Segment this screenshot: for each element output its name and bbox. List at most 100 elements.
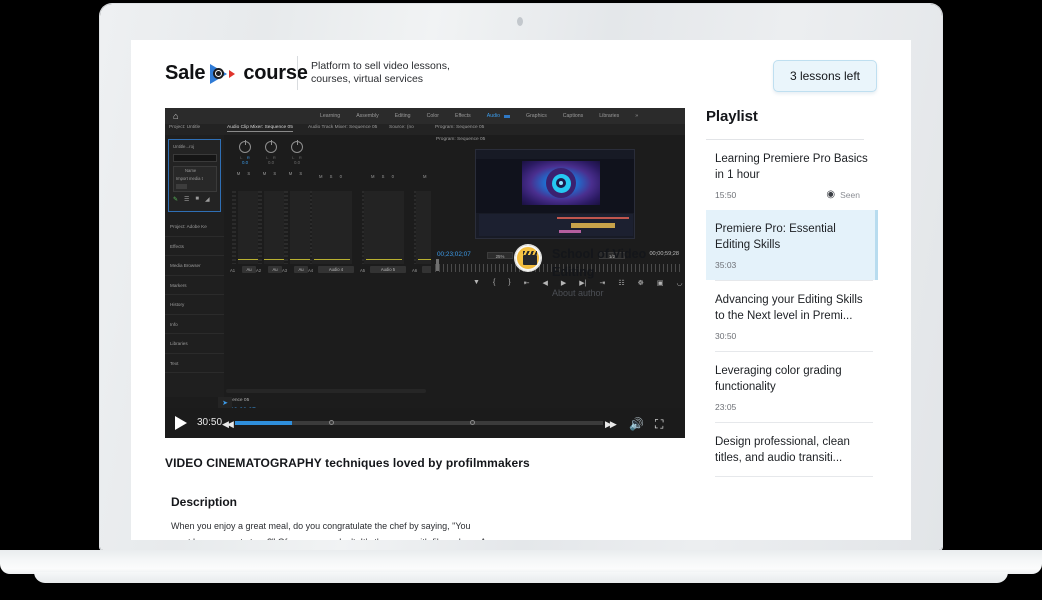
about-author-link[interactable]: About author: [552, 288, 692, 298]
tab-audio-clip-mixer[interactable]: Audio Clip Mixer: Sequence 05: [227, 125, 293, 132]
project-search-input[interactable]: [173, 154, 217, 162]
site-header: Sale course Platform to sell video lesso…: [131, 40, 911, 108]
workspace-libraries[interactable]: Libraries: [599, 113, 619, 119]
workspace-active-indicator: [504, 114, 511, 118]
description-body: When you enjoy a great meal, do you cong…: [171, 521, 486, 540]
pan-knob-icon[interactable]: [291, 140, 303, 153]
progress-fill: [235, 421, 292, 425]
mixer-id-a4: A4: [308, 268, 314, 273]
project-item-chip: [176, 184, 187, 189]
playlist-item-4[interactable]: Leveraging color grading functionality 2…: [706, 352, 878, 422]
mixer-scrollbar[interactable]: [226, 389, 426, 393]
audio-clip-mixer-panel: L R 0.0 M S A1 Au L R 0.0 M S A2 Au L R …: [224, 135, 458, 397]
playlist-scrollbar-thumb[interactable]: [875, 210, 878, 280]
workspace-effects[interactable]: Effects: [455, 113, 471, 119]
player-controls: 30:50 ◀◀ ▶▶ 🔊 ⛶: [165, 408, 685, 438]
forward-button[interactable]: ▶▶: [605, 419, 617, 430]
wand-icon[interactable]: ✎: [173, 196, 178, 203]
nav-project-adobe[interactable]: Project: Adobe Ke: [165, 217, 224, 237]
playlist-separator: [715, 476, 873, 477]
mixer-id-a6: A6: [412, 268, 418, 273]
mixer-fader-a5[interactable]: [364, 191, 404, 264]
seen-indicator: ◉ Seen: [826, 190, 860, 201]
mixer-channel-a5[interactable]: M S 0 A5 Audio 5: [360, 141, 408, 273]
mixer-ms-a5[interactable]: M S 0: [360, 174, 408, 179]
pan-knob-icon[interactable]: [239, 140, 251, 153]
program-monitor-tab[interactable]: Program: Sequence 05: [436, 137, 485, 142]
playlist-item-title: Premiere Pro: Essential Editing Skills: [715, 223, 836, 251]
nav-history[interactable]: History: [165, 295, 224, 315]
laptop-base: [0, 550, 1042, 574]
project-box[interactable]: Untitle...roj Name Import media t ✎ ☰ ■: [168, 139, 221, 212]
playlist-item-2[interactable]: Premiere Pro: Essential Editing Skills 3…: [706, 210, 878, 280]
workspace-learning[interactable]: Learning: [320, 113, 340, 119]
rewind-button[interactable]: ◀◀: [222, 419, 234, 430]
workspace-tabs: Learning Assembly Editing Color Effects …: [320, 108, 685, 124]
playlist-item-title: Advancing your Editing Skills to the Nex…: [715, 294, 863, 322]
progress-marker[interactable]: [470, 420, 475, 425]
playlist-item-5[interactable]: Design professional, clean titles, and a…: [706, 423, 878, 476]
workspace-audio[interactable]: Audio: [487, 113, 500, 119]
play-circle-arrow-icon: [210, 63, 240, 85]
webcam-icon: [517, 17, 523, 26]
nav-libraries[interactable]: Libraries: [165, 334, 224, 354]
tab-source[interactable]: Source: (no: [389, 125, 414, 130]
playlist-item-title: Leveraging color grading functionality: [715, 365, 842, 393]
clapperboard-icon: [523, 255, 537, 265]
volume-button[interactable]: 🔊: [629, 417, 644, 431]
workspace-editing[interactable]: Editing: [395, 113, 411, 119]
playlist-item-title: Learning Premiere Pro Basics in 1 hour: [715, 153, 868, 181]
playlist-item-duration: 30:50: [715, 331, 737, 341]
program-timecode-left[interactable]: 00;23;02;07: [437, 251, 471, 258]
playlist-scroll-area[interactable]: Learning Premiere Pro Basics in 1 hour 1…: [706, 140, 878, 477]
playlist-item-3[interactable]: Advancing your Editing Skills to the Nex…: [706, 281, 878, 351]
mark-in-icon[interactable]: {: [493, 279, 495, 287]
logo[interactable]: Sale course: [165, 62, 308, 85]
playlist-item-title: Design professional, clean titles, and a…: [715, 436, 850, 464]
nav-info[interactable]: Info: [165, 315, 224, 334]
playlist-item-1[interactable]: Learning Premiere Pro Basics in 1 hour 1…: [706, 140, 878, 210]
mixer-fader-a1[interactable]: [238, 191, 258, 264]
progress-marker[interactable]: [329, 420, 334, 425]
workspace-graphics[interactable]: Graphics: [526, 113, 547, 119]
fullscreen-button[interactable]: ⛶: [655, 417, 663, 432]
mark-out-icon[interactable]: }: [508, 279, 510, 287]
author-block[interactable]: School of Video Editing About author: [515, 245, 692, 298]
lessons-left-badge[interactable]: 3 lessons left: [772, 60, 877, 92]
workspace-overflow[interactable]: »: [635, 113, 638, 119]
tab-project[interactable]: Project: Untitle: [169, 125, 200, 130]
premiere-nav-list: Project: Adobe Ke Effects Media Browser …: [165, 217, 224, 373]
playlist-title: Playlist: [706, 108, 758, 125]
tab-program[interactable]: Program: Sequence 05: [435, 125, 484, 130]
video-title: VIDEO CINEMATOGRAPHY techniques loved by…: [165, 456, 530, 470]
mixer-fader-a4[interactable]: [312, 191, 352, 264]
play-button[interactable]: [175, 416, 187, 430]
mixer-fader-a2[interactable]: [264, 191, 284, 264]
workspace-assembly[interactable]: Assembly: [356, 113, 379, 119]
program-zoom-select[interactable]: 25%: [487, 252, 513, 259]
tab-audio-track-mixer[interactable]: Audio Track Mixer: Sequence 05: [308, 125, 377, 130]
nav-markers[interactable]: Markers: [165, 276, 224, 295]
screen-viewport: Sale course Platform to sell video lesso…: [131, 40, 911, 540]
playlist-item-duration: 15:50: [715, 190, 737, 200]
mixer-fader-a3[interactable]: [290, 191, 310, 264]
mixer-channel-a4[interactable]: M S 0 A4 Audio 4: [308, 141, 356, 273]
premiere-menubar: ⌂ Learning Assembly Editing Color Effect…: [165, 108, 685, 124]
header-divider: [297, 56, 298, 90]
nav-effects[interactable]: Effects: [165, 237, 224, 256]
project-bin-area[interactable]: Name Import media t: [173, 166, 217, 192]
workspace-color[interactable]: Color: [427, 113, 439, 119]
project-file-label: Untitle...roj: [173, 144, 194, 149]
mixer-name-a2: Au: [268, 266, 282, 273]
pan-knob-icon[interactable]: [265, 140, 277, 153]
freeform-icon[interactable]: ◢: [205, 196, 210, 203]
list-view-icon[interactable]: ☰: [184, 196, 189, 203]
nav-text[interactable]: Text: [165, 354, 224, 373]
mixer-id-a5: A5: [360, 268, 366, 273]
progress-track[interactable]: [235, 420, 603, 425]
mixer-ms-a4[interactable]: M S 0: [308, 174, 356, 179]
add-marker-icon[interactable]: ▼: [473, 279, 480, 287]
icon-view-icon[interactable]: ■: [195, 196, 199, 203]
nav-media-browser[interactable]: Media Browser: [165, 256, 224, 276]
workspace-captions[interactable]: Captions: [563, 113, 583, 119]
